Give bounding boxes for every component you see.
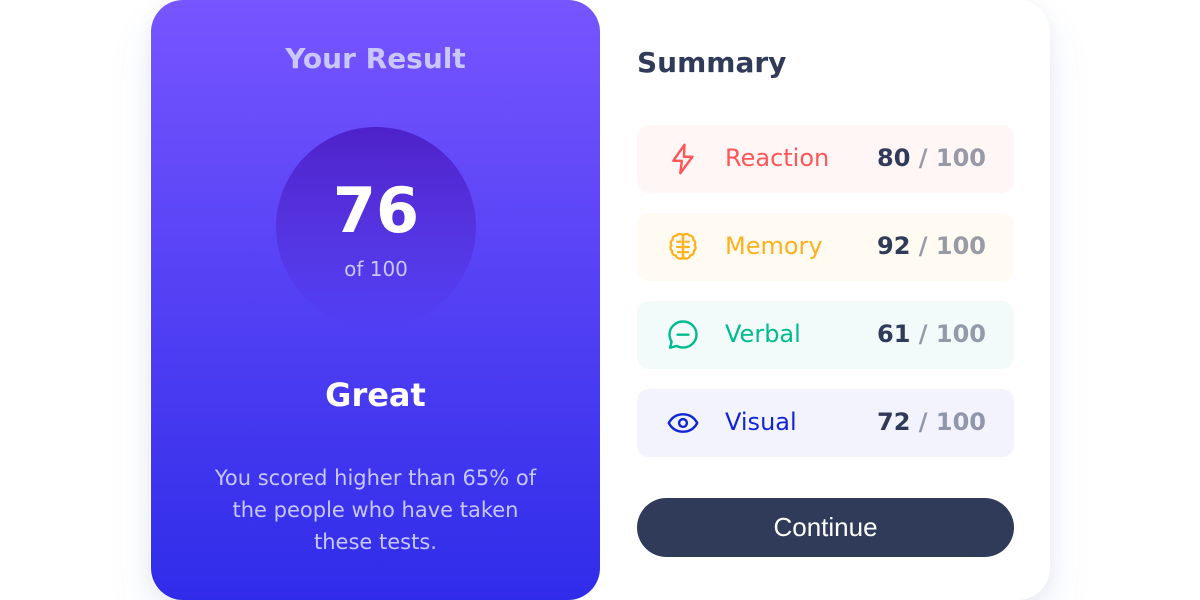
summary-item-score: 80 / 100: [877, 144, 986, 172]
brain-icon: [669, 232, 697, 260]
lightning-icon: [672, 143, 694, 175]
continue-button[interactable]: Continue: [637, 498, 1014, 557]
speech-bubble-icon: [668, 320, 698, 349]
summary-item-score: 72 / 100: [877, 408, 986, 436]
score-circle: 76 of 100: [276, 127, 476, 327]
eye-icon: [667, 413, 699, 433]
score-value: 76: [332, 174, 420, 247]
summary-row-memory: Memory 92 / 100: [637, 213, 1014, 281]
summary-title: Summary: [637, 46, 787, 79]
score-of-label: of 100: [344, 257, 408, 281]
summary-row-verbal: Verbal 61 / 100: [637, 301, 1014, 369]
summary-row-reaction: Reaction 80 / 100: [637, 125, 1014, 193]
summary-item-label: Verbal: [725, 320, 801, 348]
rating-label: Great: [325, 376, 426, 414]
summary-item-score: 61 / 100: [877, 320, 986, 348]
result-title: Your Result: [285, 42, 466, 75]
summary-row-visual: Visual 72 / 100: [637, 389, 1014, 457]
result-panel: Your Result 76 of 100 Great You scored h…: [151, 0, 600, 600]
summary-item-label: Memory: [725, 232, 823, 260]
summary-item-score: 92 / 100: [877, 232, 986, 260]
summary-item-label: Visual: [725, 408, 797, 436]
result-description: You scored higher than 65% of the people…: [214, 466, 537, 554]
summary-item-label: Reaction: [725, 144, 830, 172]
